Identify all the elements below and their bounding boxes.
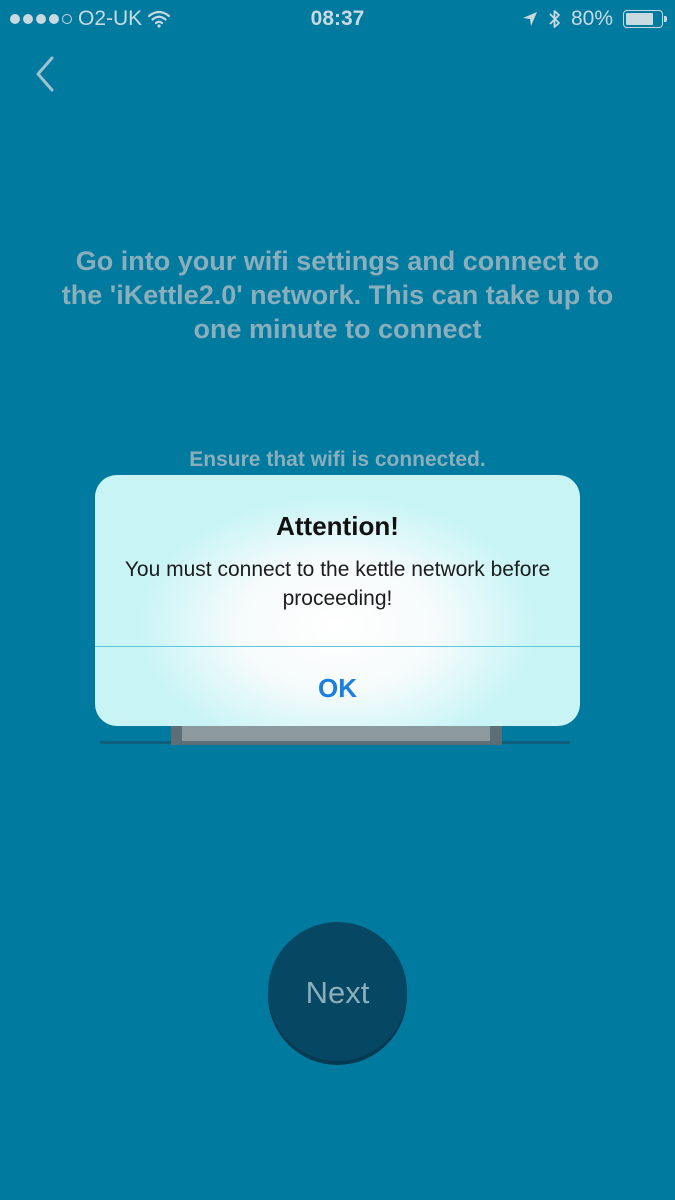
status-bar: O2-UK 08:37 80% bbox=[0, 0, 675, 38]
battery-percent: 80% bbox=[570, 7, 613, 30]
instruction-text: Go into your wifi settings and connect t… bbox=[61, 246, 614, 344]
alert-dialog: Attention! You must connect to the kettl… bbox=[95, 475, 580, 726]
kettle-base-plate bbox=[182, 726, 490, 741]
battery-icon bbox=[623, 10, 667, 28]
status-right: 80% bbox=[522, 7, 667, 31]
alert-message: You must connect to the kettle network b… bbox=[124, 558, 551, 610]
location-arrow-icon bbox=[522, 12, 537, 26]
back-button[interactable] bbox=[28, 52, 68, 96]
battery-fill bbox=[626, 13, 654, 25]
alert-title: Attention! bbox=[276, 511, 399, 541]
next-button[interactable]: Next bbox=[268, 922, 407, 1061]
wifi-note: Ensure that wifi is connected. bbox=[189, 448, 486, 471]
chevron-left-icon bbox=[36, 56, 54, 92]
bluetooth-icon bbox=[549, 10, 560, 28]
alert-ok-button[interactable]: OK bbox=[95, 647, 580, 726]
